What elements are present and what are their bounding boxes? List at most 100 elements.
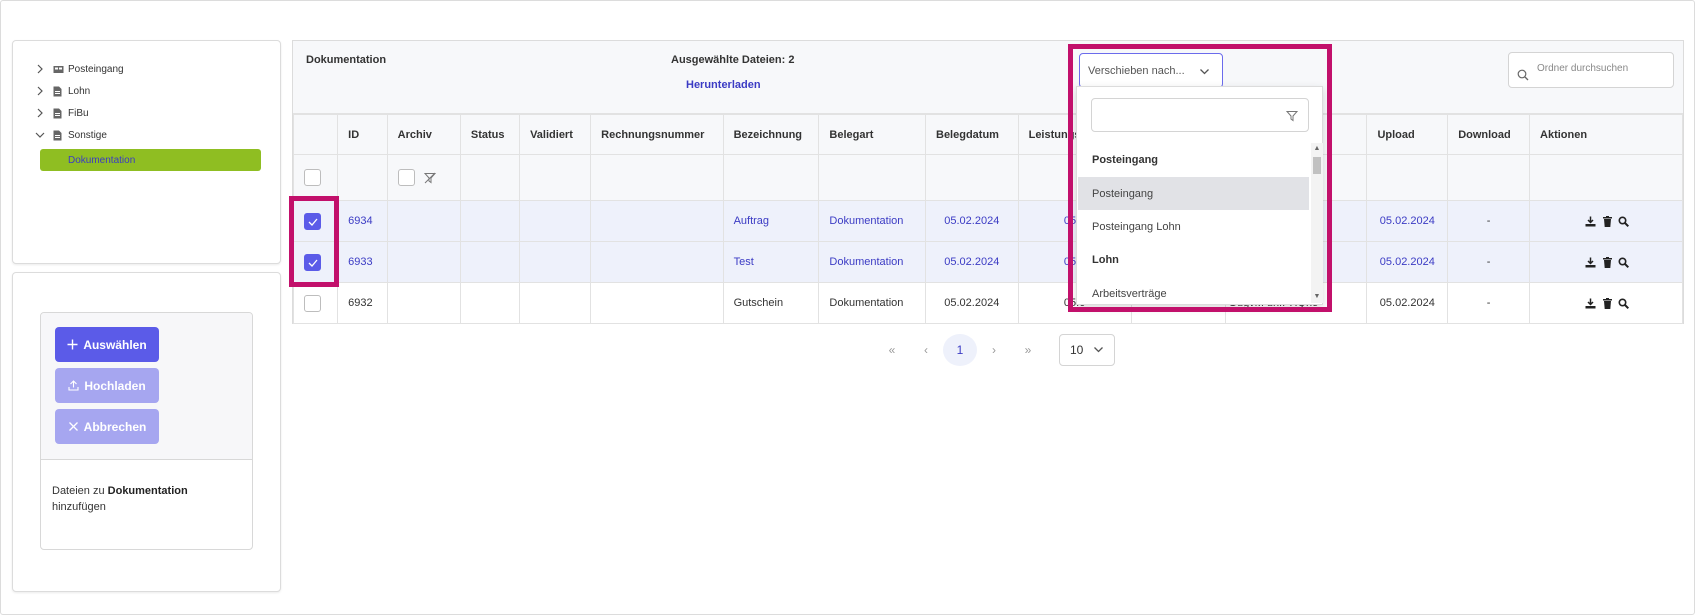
filter-row xyxy=(292,154,1683,201)
table-row[interactable]: 6932 Gutschein Dokumentation 05.02.2024 … xyxy=(292,282,1683,324)
cell-bezeichnung[interactable]: Test xyxy=(722,241,820,283)
header-belegdatum[interactable]: Belegdatum xyxy=(925,114,1019,155)
tree-item-posteingang[interactable]: Posteingang xyxy=(35,60,124,78)
archiv-filter-cell xyxy=(386,154,461,201)
filter-cell xyxy=(1366,154,1449,201)
cell-actions xyxy=(1529,282,1683,324)
page-size-select[interactable]: 10 xyxy=(1059,333,1115,366)
archiv-filter-checkbox[interactable] xyxy=(397,169,415,186)
trash-icon[interactable] xyxy=(1602,297,1613,309)
close-icon xyxy=(68,422,78,431)
highlight-move-dropdown xyxy=(1068,44,1332,312)
file-table-panel: Dokumentation Ausgewählte Dateien: 2 Her… xyxy=(292,40,1684,324)
chevron-right-icon[interactable] xyxy=(35,86,45,96)
folder-title: Dokumentation xyxy=(306,54,387,66)
upload-button[interactable]: Hochladen xyxy=(55,368,159,403)
select-button[interactable]: Auswählen xyxy=(55,327,159,362)
header-id[interactable]: ID xyxy=(337,114,388,155)
folder-tree: Posteingang Lohn FiBu Sonstige Dokumenta… xyxy=(12,40,281,264)
plus-icon xyxy=(67,339,78,350)
tree-item-lohn[interactable]: Lohn xyxy=(35,82,90,100)
cell-status xyxy=(459,200,521,242)
cell-id[interactable]: 6934 xyxy=(337,200,388,242)
cell-download: - xyxy=(1447,241,1531,283)
filter-cell xyxy=(337,154,388,201)
download-icon[interactable] xyxy=(1585,216,1596,227)
filter-cell xyxy=(590,154,724,201)
magnifier-icon[interactable] xyxy=(1618,257,1629,268)
prev-page-button[interactable]: ‹ xyxy=(909,334,943,366)
cell-bezeichnung[interactable]: Gutschein xyxy=(722,282,820,324)
page-button-current[interactable]: 1 xyxy=(943,333,977,366)
upload-icon xyxy=(68,380,79,391)
header-rechnungsnummer[interactable]: Rechnungsnummer xyxy=(590,114,724,155)
cell-upload: 05.02.2024 xyxy=(1366,200,1449,242)
cell-belegart[interactable]: Dokumentation xyxy=(818,200,926,242)
header-validiert[interactable]: Validiert xyxy=(519,114,592,155)
cell-archiv xyxy=(386,282,461,324)
cancel-button[interactable]: Abbrechen xyxy=(55,409,159,444)
header-aktionen: Aktionen xyxy=(1529,114,1683,155)
cell-validiert xyxy=(519,241,592,283)
tree-item-label: Posteingang xyxy=(68,63,124,75)
inbox-icon xyxy=(53,64,64,75)
upload-hint-suffix: hinzufügen xyxy=(52,501,106,513)
chevron-right-icon[interactable] xyxy=(35,108,45,118)
table-row[interactable]: 6933 Test Dokumentation 05.02.2024 05.0 … xyxy=(292,241,1683,283)
header-bezeichnung[interactable]: Bezeichnung xyxy=(722,114,820,155)
tree-item-label: Sonstige xyxy=(68,129,107,141)
cell-download: - xyxy=(1447,282,1531,324)
trash-icon[interactable] xyxy=(1602,215,1613,227)
table-row[interactable]: 6934 Auftrag Dokumentation 05.02.2024 05… xyxy=(292,200,1683,242)
tree-item-label: FiBu xyxy=(68,107,89,119)
chevron-down-icon[interactable] xyxy=(35,130,45,140)
trash-icon[interactable] xyxy=(1602,256,1613,268)
magnifier-icon[interactable] xyxy=(1618,298,1629,309)
download-icon[interactable] xyxy=(1585,298,1596,309)
cell-validiert xyxy=(519,282,592,324)
header-upload[interactable]: Upload xyxy=(1366,114,1449,155)
first-page-button[interactable]: « xyxy=(875,334,909,366)
upload-hint: Dateien zu Dokumentation hinzufügen xyxy=(52,483,242,515)
cell-id[interactable]: 6933 xyxy=(337,241,388,283)
cell-belegdatum: 05.02.2024 xyxy=(925,282,1019,324)
tree-item-fibu[interactable]: FiBu xyxy=(35,104,89,122)
cell-id[interactable]: 6932 xyxy=(337,282,388,324)
header-archiv[interactable]: Archiv xyxy=(386,114,461,155)
cell-status xyxy=(459,282,521,324)
cell-belegart[interactable]: Dokumentation xyxy=(818,241,926,283)
table-toolbar: Dokumentation Ausgewählte Dateien: 2 Her… xyxy=(293,41,1683,114)
cell-bezeichnung[interactable]: Auftrag xyxy=(722,200,820,242)
cell-belegart[interactable]: Dokumentation xyxy=(818,282,926,324)
cancel-button-label: Abbrechen xyxy=(83,419,147,434)
upload-hint-prefix: Dateien zu xyxy=(52,485,105,497)
cell-archiv xyxy=(386,200,461,242)
cell-validiert xyxy=(519,200,592,242)
download-link[interactable]: Herunterladen xyxy=(686,79,761,91)
download-icon[interactable] xyxy=(1585,257,1596,268)
next-page-button[interactable]: › xyxy=(977,334,1011,366)
header-download[interactable]: Download xyxy=(1447,114,1531,155)
header-belegart[interactable]: Belegart xyxy=(818,114,926,155)
chevron-right-icon[interactable] xyxy=(35,64,45,74)
cell-belegdatum: 05.02.2024 xyxy=(925,241,1019,283)
pagination: « ‹ 1 › » 10 xyxy=(875,333,1115,366)
magnifier-icon[interactable] xyxy=(1618,216,1629,227)
last-page-button[interactable]: » xyxy=(1011,334,1045,366)
folder-search[interactable] xyxy=(1508,52,1674,88)
tree-item-sonstige[interactable]: Sonstige xyxy=(35,126,107,144)
chevron-down-icon xyxy=(1094,347,1104,353)
cell-rechnungsnummer xyxy=(590,241,724,283)
cell-archiv xyxy=(386,241,461,283)
tree-item-label: Lohn xyxy=(68,85,91,97)
search-input[interactable] xyxy=(1537,63,1665,74)
row-checkbox[interactable] xyxy=(304,294,321,312)
filter-cell xyxy=(722,154,820,201)
header-select xyxy=(292,114,339,155)
header-status[interactable]: Status xyxy=(459,114,521,155)
file-icon xyxy=(53,86,63,97)
select-all-checkbox[interactable] xyxy=(304,169,321,186)
filter-cell xyxy=(519,154,592,201)
filter-clear-icon[interactable] xyxy=(423,172,436,184)
tree-item-dokumentation[interactable]: Dokumentation xyxy=(40,149,261,171)
